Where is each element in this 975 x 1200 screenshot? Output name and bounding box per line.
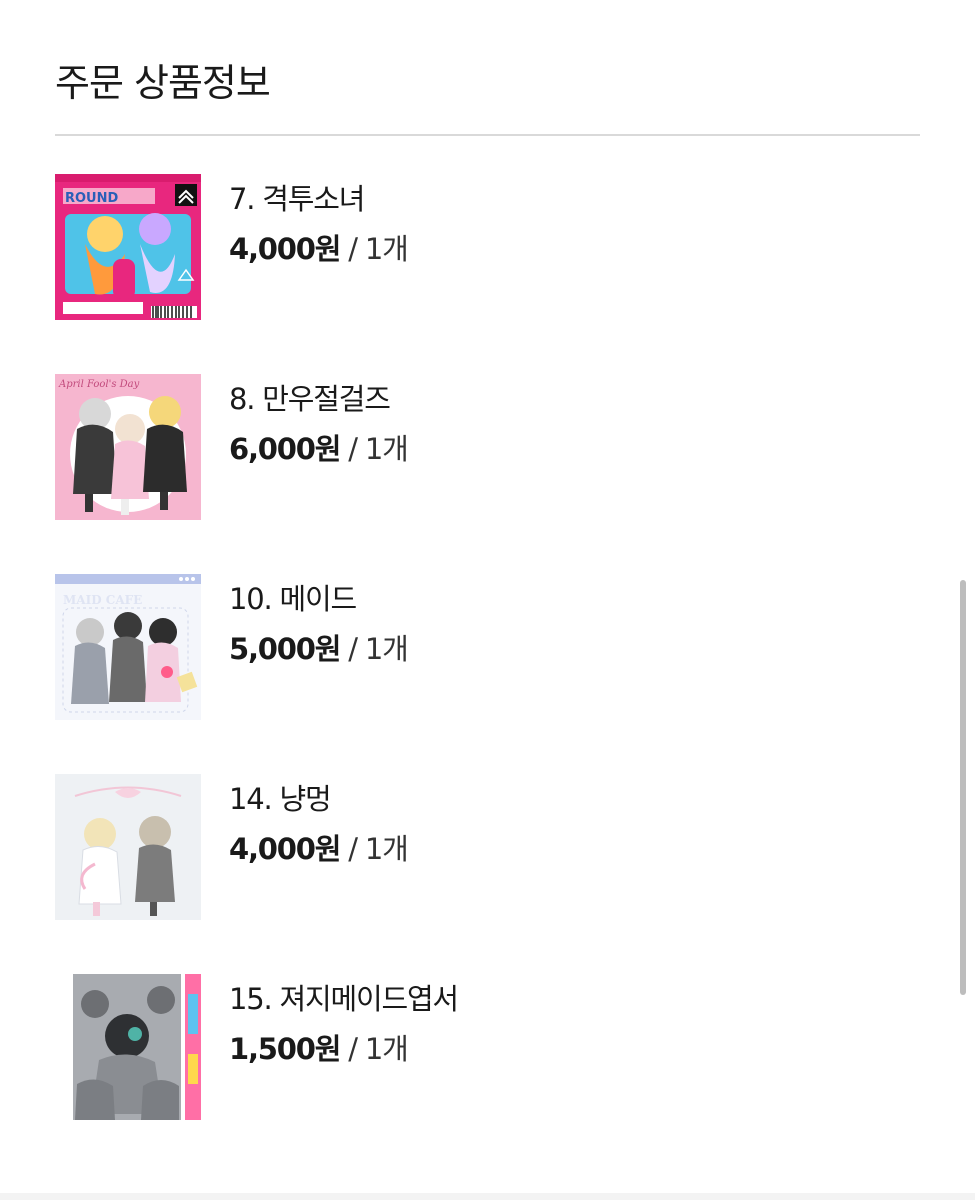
product-name[interactable]: 7. 격투소녀	[229, 180, 408, 218]
product-price: 5,000원	[229, 632, 341, 666]
product-price: 4,000원	[229, 232, 341, 266]
order-item[interactable]: MAID CAFE 10. 메이드 5,000원 / 1개	[55, 574, 920, 722]
product-quantity: 1개	[364, 1032, 409, 1066]
product-thumbnail[interactable]: April Fool's Day	[55, 374, 201, 520]
product-quantity: 1개	[364, 832, 409, 866]
separator: /	[340, 232, 365, 266]
product-name[interactable]: 14. 냥멍	[229, 780, 408, 818]
product-quantity: 1개	[364, 432, 409, 466]
product-thumbnail[interactable]: ROUND	[55, 174, 201, 320]
thumbnail-text: MAID CAFE	[63, 593, 142, 607]
separator: /	[340, 1032, 365, 1066]
product-name[interactable]: 15. 져지메이드엽서	[229, 980, 459, 1018]
price-line: 5,000원 / 1개	[229, 630, 409, 668]
thumbnail-text: April Fool's Day	[58, 379, 140, 390]
separator: /	[340, 832, 365, 866]
product-quantity: 1개	[364, 232, 409, 266]
separator: /	[340, 432, 365, 466]
bottom-divider	[0, 1193, 975, 1200]
product-thumbnail[interactable]: MAID CAFE	[55, 574, 201, 720]
price-line: 4,000원 / 1개	[229, 230, 409, 268]
separator: /	[340, 632, 365, 666]
product-price: 6,000원	[229, 432, 341, 466]
product-name[interactable]: 8. 만우절걸즈	[229, 380, 408, 418]
price-line: 1,500원 / 1개	[229, 1030, 458, 1068]
thumbnail-text: ROUND	[65, 191, 118, 206]
order-item[interactable]: 14. 냥멍 4,000원 / 1개	[55, 774, 920, 922]
product-name[interactable]: 10. 메이드	[229, 580, 408, 618]
scrollbar[interactable]	[960, 580, 966, 995]
order-item[interactable]: 15. 져지메이드엽서 1,500원 / 1개	[55, 974, 920, 1122]
price-line: 6,000원 / 1개	[229, 430, 409, 468]
product-quantity: 1개	[364, 632, 409, 666]
page-title: 주문 상품정보	[55, 61, 271, 105]
order-item[interactable]: April Fool's Day 8. 만우절걸즈 6,000원 / 1개	[55, 374, 920, 522]
product-thumbnail[interactable]	[55, 774, 201, 920]
product-price: 1,500원	[229, 1032, 341, 1066]
header-divider	[55, 134, 920, 136]
product-thumbnail[interactable]	[55, 974, 201, 1120]
product-price: 4,000원	[229, 832, 341, 866]
order-item[interactable]: ROUND 7. 격투소녀 4,000원 / 1개	[55, 174, 920, 322]
price-line: 4,000원 / 1개	[229, 830, 409, 868]
